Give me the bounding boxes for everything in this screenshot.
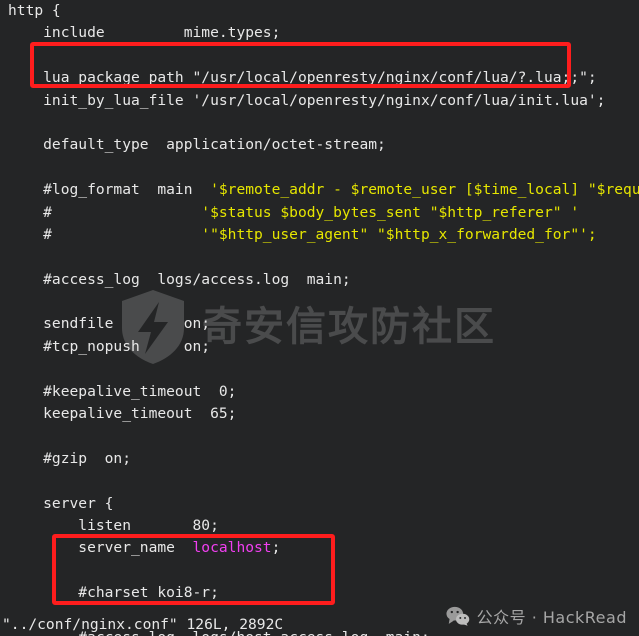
code-token: localhost (192, 539, 272, 557)
code-line-http-open: http { (0, 0, 639, 22)
code-line-access-log: #access_log logs/access.log main; (0, 269, 639, 291)
code-line-blank-3 (0, 157, 639, 179)
code-token: # (8, 203, 202, 221)
code-line-blank-2 (0, 112, 639, 134)
code-token: '"$http_user_agent" "$http_x_forwarded_f… (201, 225, 597, 243)
code-line-lua-package-path: lua_package_path "/usr/local/openresty/n… (0, 67, 639, 89)
code-line-log-format-2: # '$status $body_bytes_sent "$http_refer… (0, 202, 639, 224)
code-line-log-format-1: #log_format main '$remote_addr - $remote… (0, 179, 639, 201)
code-line-include: include mime.types; (0, 22, 639, 44)
code-line-blank-4 (0, 246, 639, 268)
code-token: server_name (8, 539, 193, 557)
code-editor-content[interactable]: http { include mime.types; lua_package_p… (0, 0, 639, 636)
code-line-sendfile: sendfile on; (0, 313, 639, 335)
code-token: #log_format main (8, 181, 211, 199)
code-token: include mime.types; (8, 24, 281, 42)
code-token: '$remote_addr - $remote_user [$time_loca… (210, 181, 639, 199)
code-line-tcp-nopush: #tcp_nopush on; (0, 336, 639, 358)
terminal-window[interactable]: 奇安信攻防社区 http { include mime.types; lua_p… (0, 0, 639, 636)
code-line-server-name: server_name localhost; (0, 537, 639, 559)
code-token: lua_package_path "/usr/local/openresty/n… (8, 69, 597, 87)
code-line-default-type: default_type application/octet-stream; (0, 134, 639, 156)
code-line-listen: listen 80; (0, 515, 639, 537)
code-token: #tcp_nopush on; (8, 337, 211, 355)
code-token: server { (8, 494, 114, 512)
code-token: #charset koi8-r; (8, 584, 219, 602)
code-line-keepalive-off: #keepalive_timeout 0; (0, 381, 639, 403)
code-token: '$status $body_bytes_sent "$http_referer… (201, 203, 580, 221)
code-line-charset: #charset koi8-r; (0, 582, 639, 604)
code-line-log-format-3: # '"$http_user_agent" "$http_x_forwarded… (0, 224, 639, 246)
code-token: init_by_lua_file '/usr/local/openresty/n… (8, 91, 606, 109)
code-token: #gzip on; (8, 449, 132, 467)
vim-status-line: "../conf/nginx.conf" 126L, 2892C (2, 616, 284, 633)
code-token: #access_log logs/access.log main; (8, 270, 351, 288)
code-line-server-open: server { (0, 493, 639, 515)
code-token: default_type application/octet-stream; (8, 136, 386, 154)
code-line-blank-9 (0, 560, 639, 582)
code-line-blank-7 (0, 425, 639, 447)
code-token: sendfile on; (8, 315, 211, 333)
code-line-blank-6 (0, 358, 639, 380)
code-line-blank-5 (0, 291, 639, 313)
code-token: #keepalive_timeout 0; (8, 382, 237, 400)
code-line-gzip: #gzip on; (0, 448, 639, 470)
code-line-blank-8 (0, 470, 639, 492)
code-line-keepalive-65: keepalive_timeout 65; (0, 403, 639, 425)
code-token: http { (8, 2, 61, 19)
code-token: ; (271, 539, 281, 557)
code-token: keepalive_timeout 65; (8, 405, 237, 423)
code-line-blank-1 (0, 45, 639, 67)
code-line-init-by-lua-file: init_by_lua_file '/usr/local/openresty/n… (0, 90, 639, 112)
code-token: listen 80; (8, 516, 219, 534)
code-token: # (8, 225, 202, 243)
